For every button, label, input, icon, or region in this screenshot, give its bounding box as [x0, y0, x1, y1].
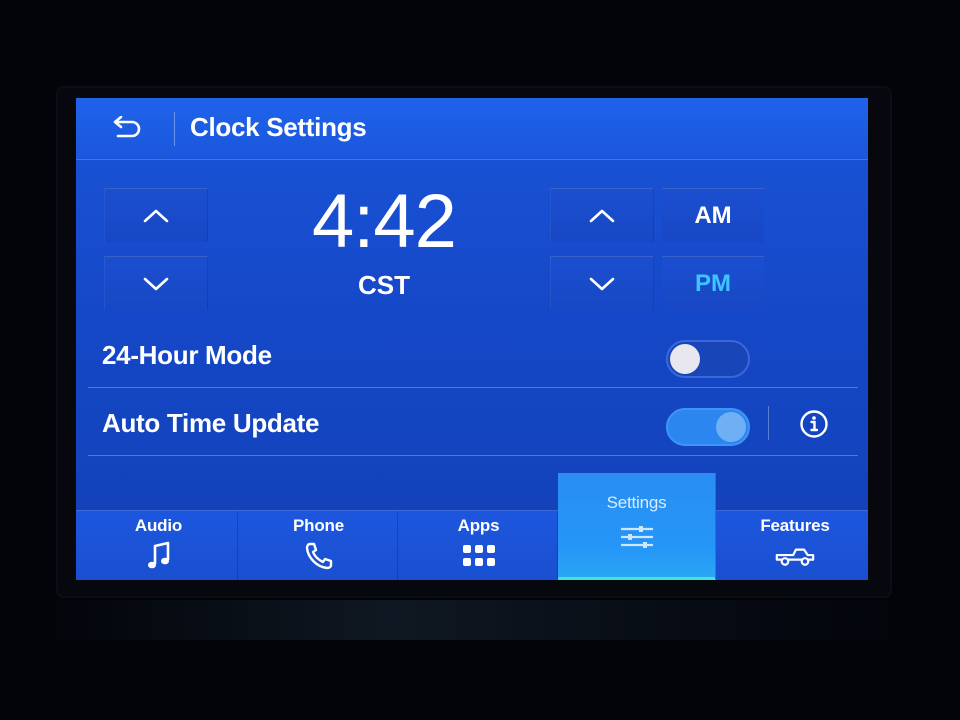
chevron-down-icon [589, 277, 615, 290]
dashboard-reflection [40, 600, 920, 640]
row-divider [768, 406, 769, 440]
toggle-knob [670, 344, 700, 374]
minute-up-button[interactable] [550, 188, 654, 242]
auto-time-label: Auto Time Update [102, 408, 320, 438]
hour-down-button[interactable] [104, 256, 208, 310]
hour24-row: 24-Hour Mode [88, 320, 858, 388]
pm-button[interactable]: PM [662, 256, 764, 310]
phone-icon [299, 540, 339, 572]
auto-time-toggle[interactable] [666, 408, 750, 446]
auto-time-row: Auto Time Update [88, 388, 858, 456]
back-button[interactable] [96, 108, 156, 150]
nav-apps[interactable]: Apps [400, 511, 558, 580]
minute-down-button[interactable] [550, 256, 654, 310]
music-note-icon [139, 540, 179, 572]
hour-up-button[interactable] [104, 188, 208, 242]
truck-icon [775, 540, 815, 572]
nav-features[interactable]: Features [716, 511, 868, 580]
auto-time-info-button[interactable] [794, 404, 834, 444]
am-button[interactable]: AM [662, 188, 764, 242]
nav-phone[interactable]: Phone [240, 511, 398, 580]
timezone-label: CST [358, 270, 410, 300]
header-bar: Clock Settings [76, 98, 868, 160]
time-display: 4:42 [312, 179, 457, 264]
apps-grid-icon [459, 540, 499, 572]
chevron-up-icon [143, 209, 169, 222]
sliders-icon [617, 521, 657, 553]
nav-audio[interactable]: Audio [80, 511, 238, 580]
header-divider [174, 112, 175, 146]
page-title: Clock Settings [190, 112, 367, 142]
back-arrow-icon [113, 116, 141, 138]
toggle-knob [716, 412, 746, 442]
chevron-up-icon [589, 209, 615, 222]
info-icon [800, 410, 828, 438]
hour24-label: 24-Hour Mode [102, 340, 272, 370]
hour24-toggle[interactable] [666, 340, 750, 378]
infotainment-screen: Clock Settings 4:42 CST AM PM 24-Hour Mo… [76, 98, 868, 580]
bottom-nav: Audio Phone Apps Settings Features [76, 473, 868, 580]
chevron-down-icon [143, 277, 169, 290]
nav-settings[interactable]: Settings [558, 473, 716, 580]
